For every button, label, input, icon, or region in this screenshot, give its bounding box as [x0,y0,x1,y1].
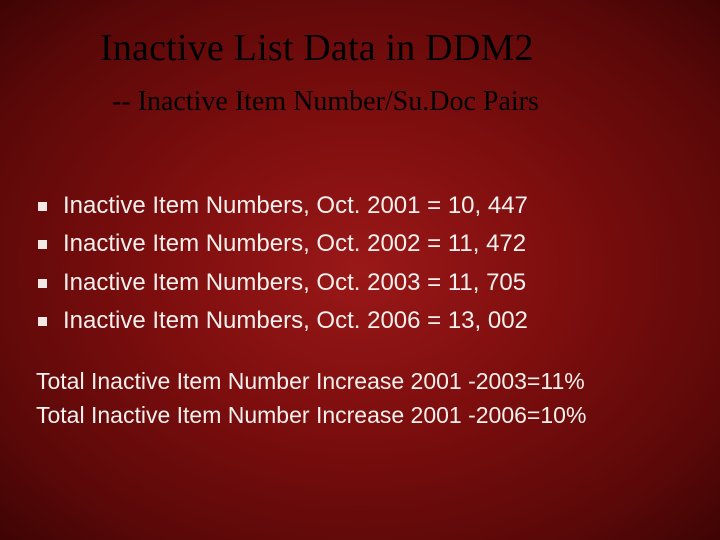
bullet-list: Inactive Item Numbers, Oct. 2001 = 10, 4… [38,190,690,344]
footer-line: Total Inactive Item Number Increase 2001… [36,399,690,432]
list-item: Inactive Item Numbers, Oct. 2003 = 11, 7… [38,267,690,299]
slide-title: Inactive List Data in DDM2 [100,26,680,70]
slide-subtitle: -- Inactive Item Number/Su.Doc Pairs [112,86,680,118]
bullet-text: Inactive Item Numbers, Oct. 2002 = 11, 4… [63,228,526,260]
bullet-icon [38,240,47,249]
footer-line: Total Inactive Item Number Increase 2001… [36,365,690,398]
bullet-text: Inactive Item Numbers, Oct. 2001 = 10, 4… [63,190,528,222]
list-item: Inactive Item Numbers, Oct. 2001 = 10, 4… [38,190,690,222]
bullet-icon [38,279,47,288]
list-item: Inactive Item Numbers, Oct. 2002 = 11, 4… [38,228,690,260]
bullet-text: Inactive Item Numbers, Oct. 2003 = 11, 7… [63,267,526,299]
slide: Inactive List Data in DDM2 -- Inactive I… [0,0,720,540]
bullet-icon [38,202,47,211]
list-item: Inactive Item Numbers, Oct. 2006 = 13, 0… [38,305,690,337]
bullet-icon [38,317,47,326]
footer-block: Total Inactive Item Number Increase 2001… [36,365,690,432]
bullet-text: Inactive Item Numbers, Oct. 2006 = 13, 0… [63,305,528,337]
